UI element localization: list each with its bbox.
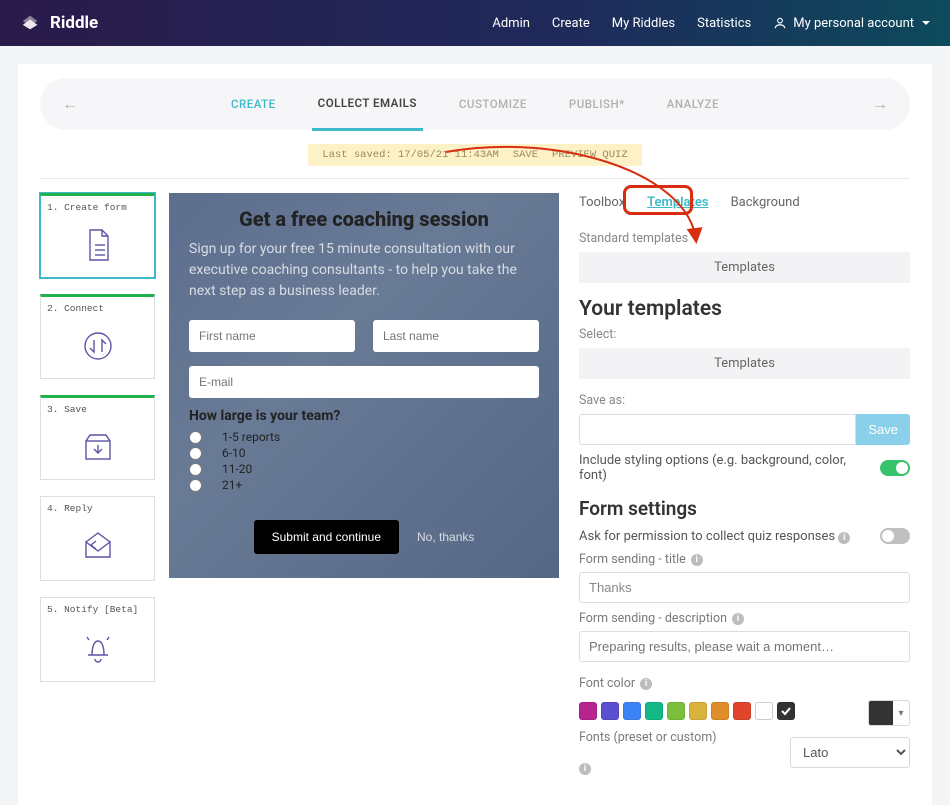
- color-swatch[interactable]: [755, 702, 773, 720]
- sidebar-item-reply[interactable]: 4. Reply: [40, 496, 155, 581]
- right-panel: Toolbox Templates Background Standard te…: [573, 193, 910, 775]
- color-swatch[interactable]: [711, 702, 729, 720]
- step-create[interactable]: CREATE: [225, 79, 282, 129]
- step-publish[interactable]: PUBLISH*: [563, 79, 631, 129]
- autosave-bar: Last saved: 17/05/21 11:43AM SAVE PREVIE…: [308, 144, 641, 166]
- select-label: Select:: [579, 327, 910, 342]
- sync-icon: [47, 320, 148, 372]
- include-styling-toggle[interactable]: [880, 460, 910, 476]
- envelope-reply-icon: [47, 520, 148, 572]
- stepper-next[interactable]: →: [872, 94, 888, 114]
- option-1[interactable]: 1-5 reports: [189, 430, 539, 444]
- option-3[interactable]: 11-20: [189, 462, 539, 476]
- info-icon[interactable]: i: [691, 554, 703, 566]
- preview-quiz-button[interactable]: PREVIEW QUIZ: [552, 149, 628, 161]
- color-swatch[interactable]: [733, 702, 751, 720]
- your-templates-heading: Your templates: [579, 297, 910, 321]
- chevron-down-icon: ▾: [893, 708, 909, 719]
- save-as-label: Save as:: [579, 393, 910, 408]
- user-icon: [773, 16, 787, 30]
- email-input[interactable]: [189, 366, 539, 398]
- bell-icon: [47, 621, 148, 673]
- top-navbar: Riddle Admin Create My Riddles Statistic…: [0, 0, 950, 46]
- option-4[interactable]: 21+: [189, 478, 539, 492]
- tab-background[interactable]: Background: [731, 195, 800, 213]
- your-templates-dropdown[interactable]: Templates: [579, 348, 910, 379]
- workflow-stepper: ← CREATE COLLECT EMAILS CUSTOMIZE PUBLIS…: [40, 78, 910, 130]
- brand-name: Riddle: [50, 13, 98, 33]
- color-swatch[interactable]: [579, 702, 597, 720]
- font-color-label: Font color: [579, 676, 635, 691]
- document-icon: [47, 219, 148, 271]
- info-icon[interactable]: i: [732, 613, 744, 625]
- option-2[interactable]: 6-10: [189, 446, 539, 460]
- form-preview: Get a free coaching session Sign up for …: [169, 193, 559, 578]
- save-button[interactable]: SAVE: [513, 149, 538, 161]
- info-icon[interactable]: i: [640, 678, 652, 690]
- sending-desc-input[interactable]: [579, 631, 910, 662]
- save-as-input[interactable]: [579, 414, 856, 445]
- last-name-input[interactable]: [373, 320, 539, 352]
- box-download-icon: [47, 421, 148, 473]
- form-steps-sidebar: 1. Create form 2. Connect 3. Save 4. Rep…: [40, 193, 155, 682]
- sidebar-item-notify[interactable]: 5. Notify [Beta]: [40, 597, 155, 682]
- sidebar-item-create-form[interactable]: 1. Create form: [40, 193, 155, 278]
- permission-label: Ask for permission to collect quiz respo…: [579, 529, 850, 544]
- sending-title-input[interactable]: [579, 572, 910, 603]
- font-select[interactable]: Lato: [790, 737, 910, 768]
- tab-toolbox[interactable]: Toolbox: [579, 195, 625, 213]
- color-swatch[interactable]: [623, 702, 641, 720]
- color-swatch[interactable]: [601, 702, 619, 720]
- permission-toggle[interactable]: [880, 528, 910, 544]
- submit-button[interactable]: Submit and continue: [254, 520, 399, 554]
- step-collect-emails[interactable]: COLLECT EMAILS: [312, 78, 423, 131]
- nav-admin[interactable]: Admin: [492, 16, 530, 31]
- include-styling-label: Include styling options (e.g. background…: [579, 453, 868, 483]
- brand-logo[interactable]: Riddle: [20, 12, 98, 34]
- chevron-down-icon: [922, 21, 930, 25]
- sidebar-item-save[interactable]: 3. Save: [40, 395, 155, 480]
- step-analyze[interactable]: ANALYZE: [661, 79, 725, 129]
- editor-container: ← CREATE COLLECT EMAILS CUSTOMIZE PUBLIS…: [18, 64, 932, 805]
- sending-desc-label: Form sending - description: [579, 611, 727, 626]
- no-thanks-button[interactable]: No, thanks: [417, 530, 474, 544]
- stepper-prev[interactable]: ←: [62, 94, 78, 114]
- color-swatch[interactable]: [689, 702, 707, 720]
- preview-headline: Get a free coaching session: [189, 207, 539, 231]
- form-settings-heading: Form settings: [579, 497, 910, 520]
- tab-templates[interactable]: Templates: [647, 195, 708, 213]
- info-icon[interactable]: i: [579, 763, 591, 775]
- color-picker[interactable]: ▾: [868, 700, 910, 726]
- right-tabs: Toolbox Templates Background: [579, 195, 910, 213]
- color-swatch[interactable]: [645, 702, 663, 720]
- preview-subtext: Sign up for your free 15 minute consulta…: [189, 239, 539, 302]
- fonts-label: Fonts (preset or custom): [579, 730, 717, 745]
- first-name-input[interactable]: [189, 320, 355, 352]
- sidebar-item-connect[interactable]: 2. Connect: [40, 294, 155, 379]
- current-color-preview: [869, 701, 893, 725]
- account-menu[interactable]: My personal account: [773, 16, 930, 31]
- last-saved-text: Last saved: 17/05/21 11:43AM: [322, 149, 498, 161]
- info-icon[interactable]: i: [838, 532, 850, 544]
- riddle-logo-icon: [20, 12, 42, 34]
- step-customize[interactable]: CUSTOMIZE: [453, 79, 533, 129]
- nav-my-riddles[interactable]: My Riddles: [612, 16, 675, 31]
- nav-create[interactable]: Create: [552, 16, 590, 31]
- standard-templates-dropdown[interactable]: Templates: [579, 252, 910, 283]
- team-size-question: How large is your team?: [189, 408, 539, 424]
- color-swatch[interactable]: [777, 702, 795, 720]
- font-color-swatches: [579, 702, 795, 720]
- sending-title-label: Form sending - title: [579, 552, 686, 567]
- color-swatch[interactable]: [667, 702, 685, 720]
- save-template-button[interactable]: Save: [856, 414, 910, 445]
- standard-templates-label: Standard templates: [579, 231, 910, 246]
- nav-statistics[interactable]: Statistics: [697, 16, 751, 31]
